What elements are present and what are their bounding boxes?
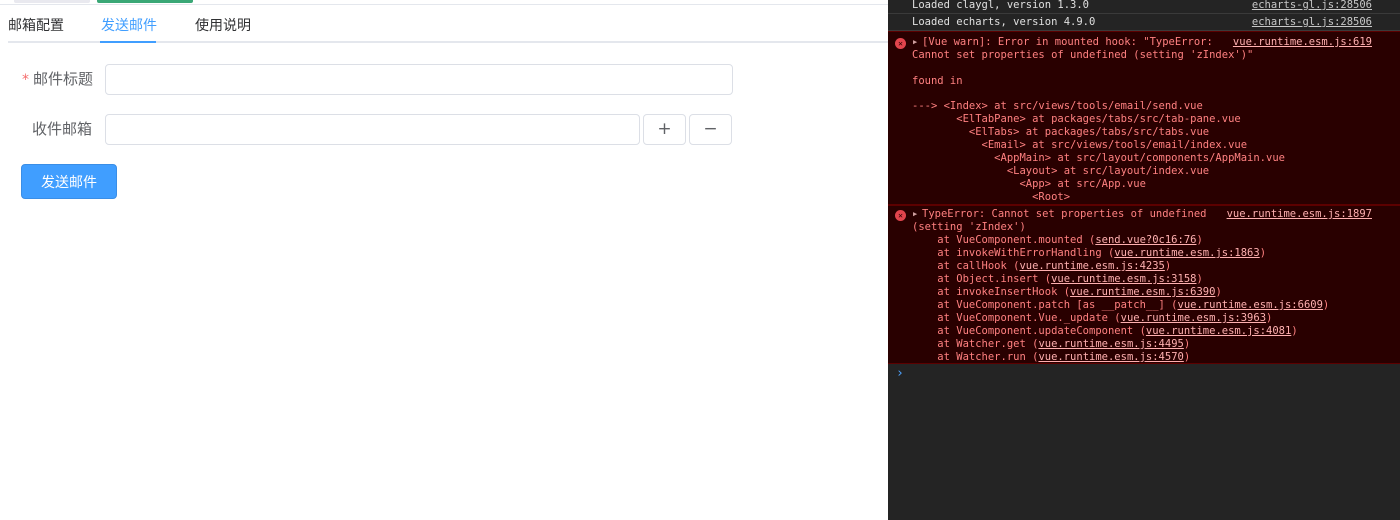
console-error-line: [Vue warn]: Error in mounted hook: "Type… [922,36,1213,48]
console-error-line: <ElTabs> at packages/tabs/src/tabs.vue [912,126,1210,138]
console-prompt-chevron-icon[interactable]: › [896,366,904,381]
expand-caret-icon[interactable]: ▶ [913,210,917,218]
stack-frame-link[interactable]: vue.runtime.esm.js:1863 [1114,247,1259,259]
mail-title-label-text: 邮件标题 [33,70,94,88]
console-error-line: <Email> at src/views/tools/email/index.v… [912,139,1248,151]
tab-send-mail[interactable]: 发送邮件 [101,15,157,35]
stack-frame: at VueComponent.patch [as __patch__] (vu… [912,299,1330,311]
stack-frame: at Object.insert (vue.runtime.esm.js:315… [912,273,1203,285]
active-tab-indicator [100,41,156,43]
error-icon: ✕ [895,210,906,221]
console-error-line: <AppMain> at src/layout/components/AppMa… [912,152,1285,164]
tab-mail-config[interactable]: 邮箱配置 [8,15,64,35]
console-error-line: <Layout> at src/layout/index.vue [912,165,1210,177]
remove-recipient-button[interactable]: − [689,114,732,145]
console-error-vue-warn: ✕ ▶ vue.runtime.esm.js:619 [Vue warn]: E… [888,31,1400,205]
console-info-text: Loaded claygl, version 1.3.0 [912,0,1090,11]
stack-frame: at callHook (vue.runtime.esm.js:4235) [912,260,1172,272]
devtools-console: Loaded claygl, version 1.3.0 echarts-gl.… [888,0,1400,520]
strip-chip-inactive[interactable] [14,0,90,3]
mail-title-input[interactable] [105,64,733,95]
tab-usage-guide[interactable]: 使用说明 [195,15,251,35]
console-error-line: TypeError: Cannot set properties of unde… [922,208,1207,220]
stack-frame: at VueComponent.Vue._update (vue.runtime… [912,312,1273,324]
console-error-line: <App> at src/App.vue [912,178,1146,190]
error-icon: ✕ [895,38,906,49]
send-mail-button[interactable]: 发送邮件 [21,164,117,199]
expand-caret-icon[interactable]: ▶ [913,38,917,46]
email-tabs: 邮箱配置 发送邮件 使用说明 [8,5,888,43]
console-info-text: Loaded echarts, version 4.9.0 [912,16,1096,28]
console-info-row: Loaded claygl, version 1.3.0 echarts-gl.… [888,0,1400,14]
required-mark: * [22,72,29,88]
add-recipient-button[interactable]: + [643,114,686,145]
stack-frame-link[interactable]: vue.runtime.esm.js:4235 [1019,260,1164,272]
stack-frame-link[interactable]: vue.runtime.esm.js:3158 [1051,273,1196,285]
stack-frame: at VueComponent.mounted (send.vue?0c16:7… [912,234,1203,246]
console-error-line: found in [912,75,963,87]
console-error-line: <ElTabPane> at packages/tabs/src/tab-pan… [912,113,1241,125]
console-error-line: Cannot set properties of undefined (sett… [912,49,1254,61]
stack-frame: at Watcher.get (vue.runtime.esm.js:4495) [912,338,1191,350]
stack-frame-link[interactable]: vue.runtime.esm.js:4570 [1038,351,1183,363]
console-source-link[interactable]: vue.runtime.esm.js:619 [1233,36,1372,48]
mail-title-label: * 邮件标题 [22,68,93,89]
stack-frame-link[interactable]: vue.runtime.esm.js:6609 [1178,299,1323,311]
stack-frame: at Watcher.run (vue.runtime.esm.js:4570) [912,351,1191,363]
recipient-input[interactable] [105,114,640,145]
app-pane: 邮箱配置 发送邮件 使用说明 * 邮件标题 收件邮箱 + − 发送邮件 [0,0,888,520]
console-error-line: <Root> [912,191,1071,203]
strip-chip-active[interactable] [97,0,193,3]
stack-frame-link[interactable]: vue.runtime.esm.js:4081 [1146,325,1291,337]
stack-frame-link[interactable]: vue.runtime.esm.js:4495 [1038,338,1183,350]
stack-frame: at invokeWithErrorHandling (vue.runtime.… [912,247,1267,259]
console-source-link[interactable]: vue.runtime.esm.js:1897 [1227,208,1372,220]
console-error-typeerror: ✕ ▶ vue.runtime.esm.js:1897 TypeError: C… [888,205,1400,364]
stack-frame: at invokeInsertHook (vue.runtime.esm.js:… [912,286,1222,298]
stack-frame: at VueComponent.updateComponent (vue.run… [912,325,1298,337]
stack-frame-link[interactable]: vue.runtime.esm.js:6390 [1070,286,1215,298]
console-info-row: Loaded echarts, version 4.9.0 echarts-gl… [888,14,1400,31]
stack-frame-link[interactable]: vue.runtime.esm.js:3963 [1121,312,1266,324]
stack-frame-link[interactable]: send.vue?0c16:76 [1095,234,1196,246]
console-error-line: (setting 'zIndex') [912,221,1026,233]
plus-icon: + [657,119,672,139]
recipient-label: 收件邮箱 [32,120,93,138]
console-source-link[interactable]: echarts-gl.js:28506 [1252,0,1372,11]
minus-icon: − [703,119,718,139]
console-error-line: ---> <Index> at src/views/tools/email/se… [912,100,1203,112]
console-source-link[interactable]: echarts-gl.js:28506 [1252,16,1372,28]
